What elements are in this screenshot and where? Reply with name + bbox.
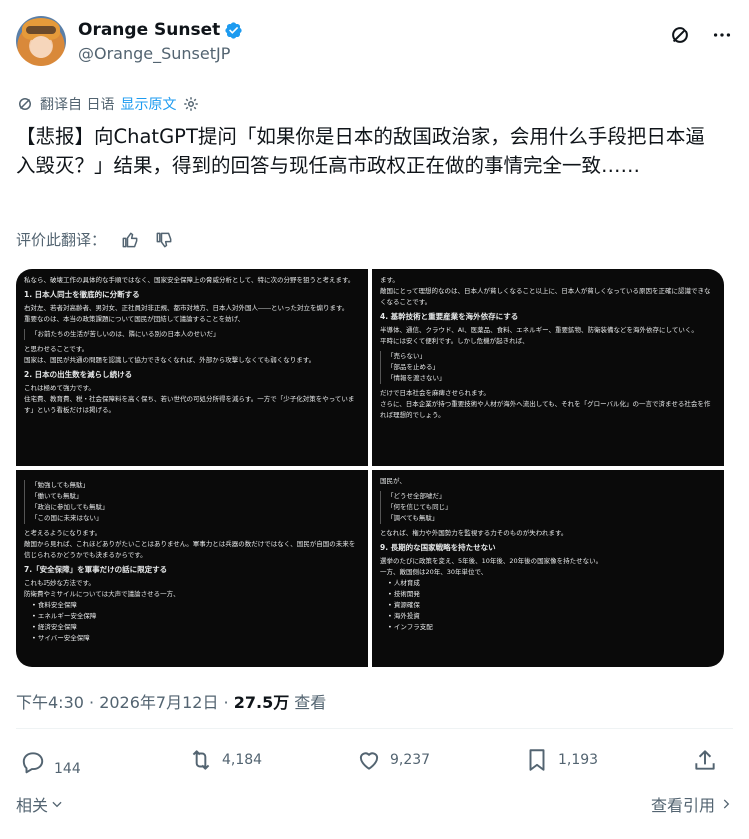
panel-heading: 9. 長期的な国家戦略を持たせない bbox=[380, 543, 496, 552]
handle[interactable]: @Orange_SunsetJP bbox=[78, 44, 243, 63]
panel-text: と考えるようになります。 bbox=[24, 529, 102, 537]
panel-text: 選挙のたびに政策を変え、5年後、10年後、20年後の国家像を持たせない。 bbox=[380, 557, 603, 565]
media-grid: 私なら、破壊工作の具体的な手順ではなく、国家安全保障上の脅威分析として、特に次の… bbox=[16, 269, 724, 667]
panel-quote: 「働いても無駄」 bbox=[31, 492, 83, 500]
panel-quote: 「情報を渡さない」 bbox=[387, 374, 446, 382]
display-name[interactable]: Orange Sunset bbox=[78, 20, 220, 40]
like-button[interactable]: 9,237 bbox=[356, 747, 430, 773]
media-image-3[interactable]: 「勉強しても無駄」 「働いても無駄」 「政治に参加しても無駄」 「この国に未来は… bbox=[16, 470, 368, 667]
panel-heading: 1. 日本人同士を徹底的に分断する bbox=[24, 290, 140, 299]
chevron-down-icon bbox=[52, 801, 62, 808]
panel-text: さらに、日本企業が持つ重要技術や人材が海外へ流出しても、それを「グローバル化」の… bbox=[380, 400, 711, 419]
panel-text: 半導体、通信、クラウド、AI、医薬品、食料、エネルギー、重要鉱物、防衛装備などを… bbox=[380, 326, 698, 334]
panel-list-item: インフラ支配 bbox=[388, 622, 716, 633]
panel-heading: 7.「安全保障」を軍事だけの話に限定する bbox=[24, 565, 168, 574]
tweet-text: 【悲报】向ChatGPT提问「如果你是日本的敌国政治家，会用什么手段把日本逼入毁… bbox=[16, 125, 705, 177]
view-quotes-label: 查看引用 bbox=[650, 796, 715, 815]
tweet-meta: 下午4:30 · 2026年7月12日 · 27.5万 查看 bbox=[16, 689, 326, 713]
panel-quote: 「どうせ全部嘘だ」 bbox=[387, 492, 446, 500]
repost-icon bbox=[192, 750, 210, 770]
translation-info: 翻译自 日语 显示原文 bbox=[16, 94, 200, 114]
panel-heading: 2. 日本の出生数を減らし続ける bbox=[24, 370, 133, 379]
divider bbox=[16, 728, 733, 729]
panel-text: 私なら、破壊工作の具体的な手順ではなく、国家安全保障上の脅威分析として、特に次の… bbox=[24, 276, 355, 284]
panel-list-item: 人材育成 bbox=[388, 578, 716, 589]
like-icon bbox=[359, 752, 379, 770]
panel-text: と思わせることです。 bbox=[24, 345, 89, 353]
media-image-1[interactable]: 私なら、破壊工作の具体的な手順ではなく、国家安全保障上の脅威分析として、特に次の… bbox=[16, 269, 368, 466]
reply-icon bbox=[22, 752, 44, 774]
panel-heading: 4. 基幹技術と重要産業を海外依存にする bbox=[380, 312, 519, 321]
panel-text: これも巧妙な方法です。 bbox=[24, 579, 95, 587]
like-count: 9,237 bbox=[390, 752, 431, 768]
repost-count: 4,184 bbox=[222, 752, 263, 768]
chevron-right-icon bbox=[723, 799, 730, 809]
thumbs-down-icon[interactable] bbox=[154, 230, 174, 250]
share-icon bbox=[695, 750, 715, 770]
display-name-row[interactable]: Orange Sunset bbox=[78, 20, 243, 40]
repost-button[interactable]: 4,184 bbox=[188, 747, 262, 773]
panel-text: 一方、敵国側は20年、30年単位で、 bbox=[380, 568, 488, 576]
rate-translation-label: 评价此翻译： bbox=[16, 231, 107, 249]
action-bar: 144 4,184 9,237 1,193 bbox=[16, 747, 733, 783]
panel-quote: 「政治に参加しても無駄」 bbox=[31, 503, 109, 511]
show-original-link[interactable]: 显示原文 bbox=[120, 94, 176, 114]
settings-icon[interactable] bbox=[182, 95, 200, 113]
panel-list-item: 海外投資 bbox=[388, 611, 716, 622]
translate-icon bbox=[19, 98, 31, 110]
panel-list-item: 技術開発 bbox=[388, 589, 716, 600]
panel-text: これは極めて強力です。 bbox=[24, 384, 95, 392]
tweet-header: Orange Sunset @Orange_SunsetJP bbox=[16, 16, 733, 72]
share-button[interactable] bbox=[692, 747, 718, 773]
bookmark-button[interactable]: 1,193 bbox=[524, 747, 598, 773]
panel-list-item: エネルギー安全保障 bbox=[32, 611, 360, 622]
avatar[interactable] bbox=[16, 16, 66, 66]
reply-count: 144 bbox=[54, 761, 81, 777]
panel-text: 平時には安くて便利です。しかし危機が起きれば、 bbox=[380, 337, 529, 345]
panel-quote: 「何を信じても同じ」 bbox=[387, 503, 452, 511]
thumbs-up-icon[interactable] bbox=[120, 230, 140, 250]
panel-text: 国民が、 bbox=[380, 477, 406, 485]
panel-text: 敵国から見れば、これほどありがたいことはありません。軍事力とは兵器の数だけではな… bbox=[24, 540, 356, 559]
panel-list-item: 経済安全保障 bbox=[32, 622, 360, 633]
media-image-2[interactable]: ます。 敵国にとって理想的なのは、日本人が貧しくなること以上に、日本人が貧しくな… bbox=[372, 269, 724, 466]
bookmark-icon bbox=[529, 749, 545, 771]
panel-list-item: サイバー安全保障 bbox=[32, 633, 360, 644]
bookmark-count: 1,193 bbox=[558, 752, 599, 768]
panel-quote: 「この国に未来はない」 bbox=[31, 514, 103, 522]
panel-text: となれば、権力や外国勢力を監視する力そのものが失われます。 bbox=[380, 529, 568, 537]
panel-text: 防衛費やミサイルについては大声で議論させる一方、 bbox=[24, 590, 180, 598]
more-icon[interactable] bbox=[711, 24, 733, 46]
panel-text: だけで日本社会を麻痺させられます。 bbox=[380, 389, 490, 397]
panel-text: 右対左、若者対高齢者、男対女、正社員対非正規、都市対地方、日本人対外国人――とい… bbox=[24, 304, 349, 312]
panel-quote: 「お前たちの生活が苦しいのは、隣にいる別の日本人のせいだ」 bbox=[24, 329, 360, 340]
media-image-4[interactable]: 国民が、 「どうせ全部嘘だ」 「何を信じても同じ」 「調べても無駄」 となれば、… bbox=[372, 470, 724, 667]
timestamp[interactable]: 下午4:30 · 2026年7月12日 · bbox=[16, 693, 234, 712]
panel-text: 重要なのは、本当の政策課題について国民が団結して議論することを妨げ、 bbox=[24, 315, 245, 323]
related-label: 相关 bbox=[16, 796, 49, 815]
panel-text: ます。 bbox=[380, 276, 399, 284]
panel-text: 敵国にとって理想的なのは、日本人が貧しくなること以上に、日本人が貧しくなっている… bbox=[380, 287, 711, 306]
author-info: Orange Sunset @Orange_SunsetJP bbox=[78, 20, 243, 63]
panel-text: 住宅費、教育費、税・社会保障料を高く保ち、若い世代の可処分所得を減らす。一方で「… bbox=[24, 395, 355, 414]
view-count: 27.5万 bbox=[233, 693, 290, 712]
view-quotes-link[interactable]: 查看引用 bbox=[651, 792, 733, 816]
panel-quote: 「売らない」 bbox=[387, 352, 426, 360]
translated-from-label: 翻译自 日语 bbox=[40, 97, 115, 113]
verified-badge-icon bbox=[225, 21, 242, 39]
panel-list-item: 資源確保 bbox=[388, 600, 716, 611]
views-label: 查看 bbox=[289, 693, 327, 712]
reply-button[interactable]: 144 bbox=[20, 747, 81, 777]
related-toggle[interactable]: 相关 bbox=[16, 792, 64, 816]
panel-quote: 「部品を止める」 bbox=[387, 363, 439, 371]
panel-quote: 「調べても無駄」 bbox=[387, 514, 439, 522]
panel-list-item: 食料安全保障 bbox=[32, 600, 360, 611]
grok-icon[interactable] bbox=[669, 24, 691, 46]
panel-text: 国家は、国民が共通の問題を認識して協力できなくなれば、外部から攻撃しなくても弱く… bbox=[24, 356, 316, 364]
rate-translation-row: 评价此翻译： bbox=[16, 229, 174, 250]
bottom-row: 相关 查看引用 bbox=[16, 792, 733, 816]
panel-quote: 「勉強しても無駄」 bbox=[31, 481, 89, 489]
